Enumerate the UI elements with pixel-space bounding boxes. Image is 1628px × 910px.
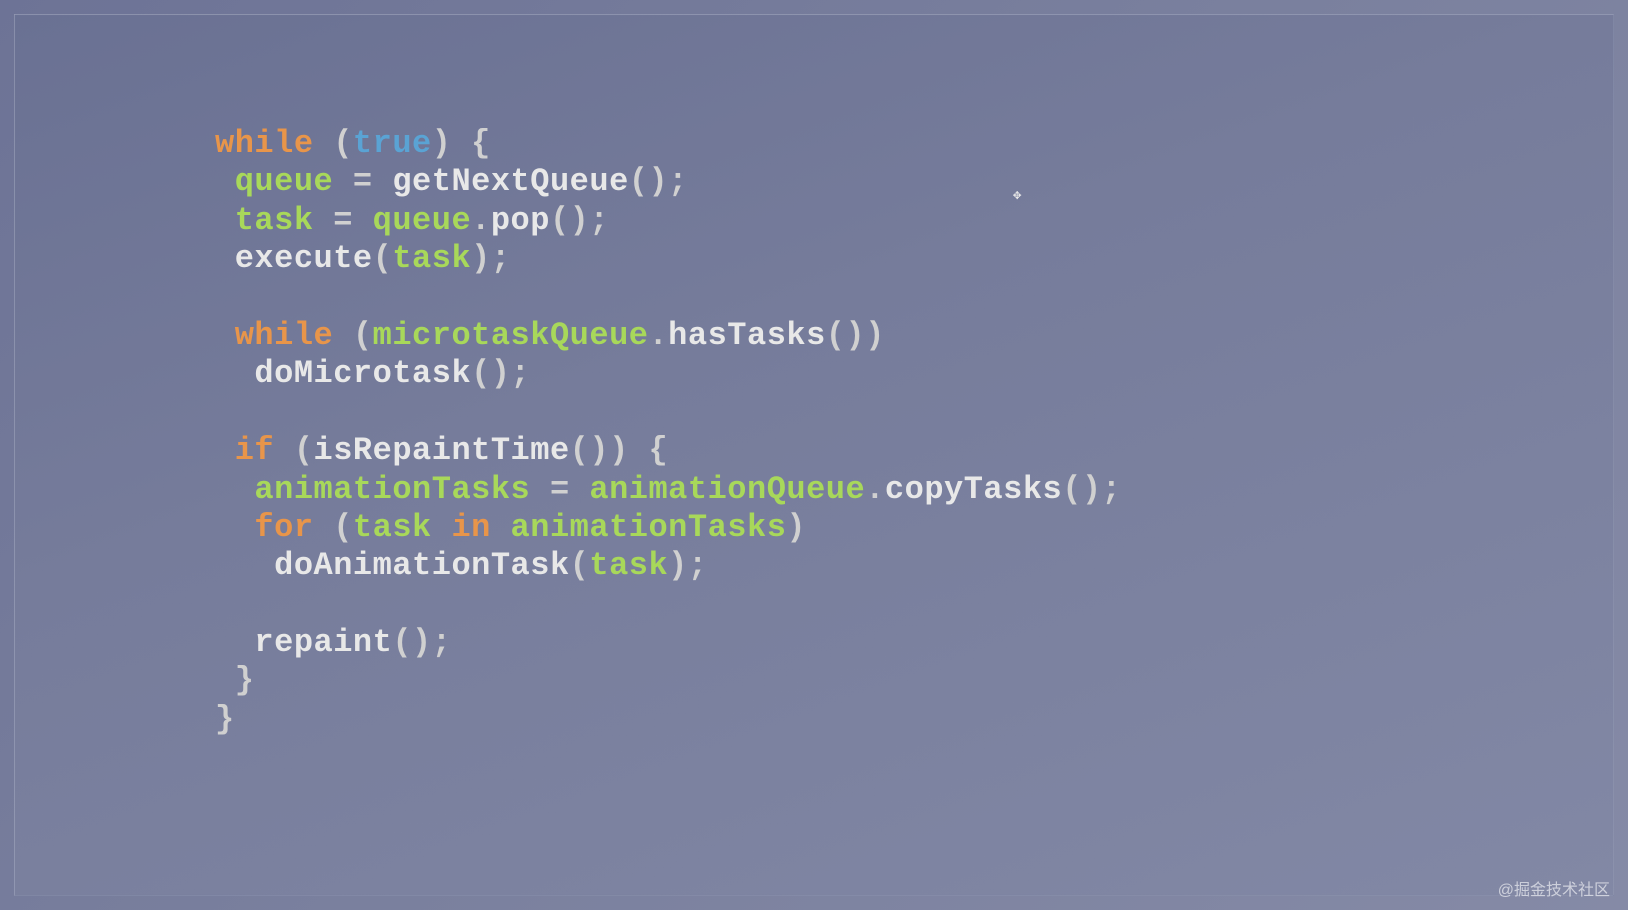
code-token-punct: ( (570, 547, 590, 584)
code-token-var: animationTasks (511, 509, 787, 546)
code-token-punct: ) { (432, 125, 491, 162)
code-token-punct: ( (373, 240, 393, 277)
code-token-var: animationQueue (589, 471, 865, 508)
code-token-punct: ()) (826, 317, 885, 354)
code-token-punct: (); (1062, 471, 1121, 508)
code-line: for (task in animationTasks) (215, 509, 1121, 547)
code-token-punct (215, 432, 235, 469)
code-token-punct: = (530, 471, 589, 508)
code-token-fn: execute (235, 240, 373, 277)
slide-frame: while (true) { queue = getNextQueue(); t… (14, 14, 1614, 896)
code-token-punct: ); (471, 240, 510, 277)
code-token-punct (215, 317, 235, 354)
code-line (215, 394, 1121, 432)
code-token-punct (215, 240, 235, 277)
code-line: animationTasks = animationQueue.copyTask… (215, 471, 1121, 509)
code-token-kw: while (235, 317, 334, 354)
code-token-var: microtaskQueue (373, 317, 649, 354)
code-token-var: task (235, 202, 314, 239)
cursor-icon: ✥ (1013, 187, 1025, 199)
code-token-kw: in (451, 509, 490, 546)
code-token-fn: isRepaintTime (314, 432, 570, 469)
code-token-var: task (353, 509, 432, 546)
code-token-punct (215, 355, 254, 392)
code-token-punct: ( (314, 509, 353, 546)
code-token-punct (215, 163, 235, 200)
code-token-punct: (); (629, 163, 688, 200)
code-token-punct: ( (333, 317, 372, 354)
code-line: while (microtaskQueue.hasTasks()) (215, 317, 1121, 355)
code-line: execute(task); (215, 240, 1121, 278)
code-token-kw: if (235, 432, 274, 469)
code-token-fn: repaint (254, 624, 392, 661)
code-token-var: queue (235, 163, 334, 200)
code-token-fn: getNextQueue (392, 163, 628, 200)
code-line: } (215, 662, 1121, 700)
code-token-punct: ); (668, 547, 707, 584)
code-token-punct (215, 202, 235, 239)
code-token-punct (215, 547, 274, 584)
watermark-text: @掘金技术社区 (1498, 876, 1610, 900)
code-token-punct: (); (550, 202, 609, 239)
code-block: while (true) { queue = getNextQueue(); t… (215, 125, 1121, 739)
code-line: repaint(); (215, 624, 1121, 662)
code-line: doAnimationTask(task); (215, 547, 1121, 585)
code-token-fn: doMicrotask (254, 355, 471, 392)
code-token-punct: = (314, 202, 373, 239)
code-token-fn: pop (491, 202, 550, 239)
code-token-var: task (392, 240, 471, 277)
code-token-punct: . (471, 202, 491, 239)
code-line (215, 586, 1121, 624)
code-token-kw: while (215, 125, 314, 162)
code-token-fn: copyTasks (885, 471, 1062, 508)
code-token-punct: . (648, 317, 668, 354)
code-token-punct (215, 471, 254, 508)
code-token-punct: } (215, 701, 235, 738)
code-token-punct: . (865, 471, 885, 508)
code-token-punct: ()) { (570, 432, 669, 469)
code-line: doMicrotask(); (215, 355, 1121, 393)
code-token-punct: (); (471, 355, 530, 392)
code-line (215, 279, 1121, 317)
code-line: } (215, 701, 1121, 739)
code-token-var: animationTasks (254, 471, 530, 508)
code-token-punct: = (333, 163, 392, 200)
code-line: while (true) { (215, 125, 1121, 163)
code-token-var: task (589, 547, 668, 584)
code-token-punct: ( (274, 432, 313, 469)
code-token-punct: ) (786, 509, 806, 546)
code-token-punct (432, 509, 452, 546)
code-token-punct (215, 586, 235, 623)
code-line: queue = getNextQueue(); (215, 163, 1121, 201)
code-token-punct (215, 624, 254, 661)
code-token-punct: } (215, 662, 254, 699)
code-token-punct: (); (392, 624, 451, 661)
code-line: if (isRepaintTime()) { (215, 432, 1121, 470)
code-token-kw: for (254, 509, 313, 546)
code-token-var: queue (373, 202, 472, 239)
code-token-punct: ( (314, 125, 353, 162)
code-token-punct (215, 279, 235, 316)
code-token-fn: doAnimationTask (274, 547, 570, 584)
code-token-bool: true (353, 125, 432, 162)
code-token-punct (215, 394, 235, 431)
code-token-fn: hasTasks (668, 317, 826, 354)
code-line: task = queue.pop(); (215, 202, 1121, 240)
code-token-punct (215, 509, 254, 546)
code-token-punct (491, 509, 511, 546)
